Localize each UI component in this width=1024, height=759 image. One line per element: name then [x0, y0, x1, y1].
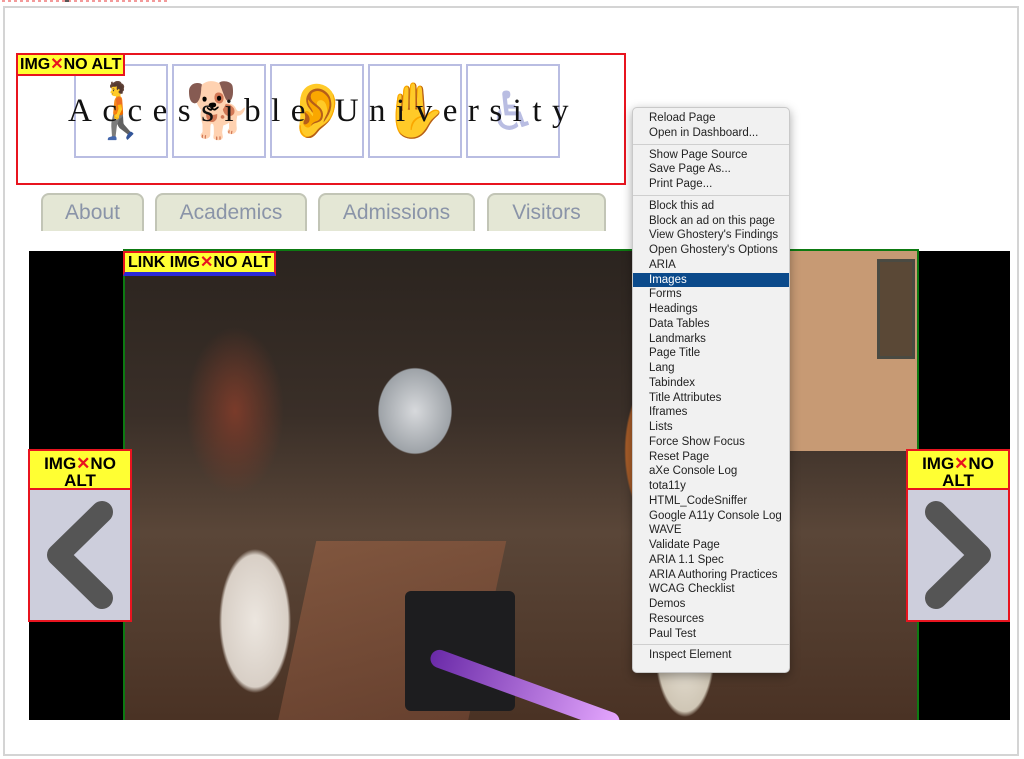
flag-prefix: LINK IMG	[128, 254, 200, 271]
menu-item-reset-page[interactable]: Reset Page	[633, 450, 789, 465]
menu-item-demos[interactable]: Demos	[633, 597, 789, 612]
menu-item-force-show-focus[interactable]: Force Show Focus	[633, 435, 789, 450]
menu-item-title-attributes[interactable]: Title Attributes	[633, 391, 789, 406]
chevron-left-icon	[30, 490, 130, 620]
error-x-icon: ✕	[200, 254, 214, 271]
previous-slide-button[interactable]: IMG✕NO ALT	[28, 449, 132, 622]
menu-item-print-page[interactable]: Print Page...	[633, 177, 789, 192]
menu-item-open-ghostery-s-options[interactable]: Open Ghostery's Options	[633, 243, 789, 258]
menu-item-inspect-element[interactable]: Inspect Element	[633, 648, 789, 663]
link-img-no-alt-flag: LINK IMG✕NO ALT	[123, 251, 277, 276]
flag-suffix: NO ALT	[63, 56, 122, 73]
menu-item-paul-test[interactable]: Paul Test	[633, 627, 789, 642]
tab-admissions[interactable]: Admissions	[318, 193, 475, 231]
menu-item-images[interactable]: Images	[633, 272, 789, 288]
flag-line2: ALT	[942, 471, 974, 490]
site-title: Accessible University	[68, 93, 580, 129]
menu-item-wave[interactable]: WAVE	[633, 523, 789, 538]
tab-about[interactable]: About	[41, 193, 144, 231]
menu-item-headings[interactable]: Headings	[633, 302, 789, 317]
tab-academics[interactable]: Academics	[155, 193, 307, 231]
menu-item-resources[interactable]: Resources	[633, 612, 789, 627]
menu-item-block-this-ad[interactable]: Block this ad	[633, 199, 789, 214]
next-slide-button[interactable]: IMG✕NO ALT	[906, 449, 1010, 622]
menu-item-aria-authoring-practices[interactable]: ARIA Authoring Practices	[633, 568, 789, 583]
menu-item-show-page-source[interactable]: Show Page Source	[633, 148, 789, 163]
menu-separator	[633, 644, 789, 646]
error-x-icon: ✕	[50, 56, 64, 73]
menu-item-html-codesniffer[interactable]: HTML_CodeSniffer	[633, 494, 789, 509]
menu-item-page-title[interactable]: Page Title	[633, 346, 789, 361]
menu-item-landmarks[interactable]: Landmarks	[633, 332, 789, 347]
dotted-focus-line	[2, 0, 170, 2]
photo-monitor	[405, 591, 515, 711]
menu-item-view-ghostery-s-findings[interactable]: View Ghostery's Findings	[633, 228, 789, 243]
menu-item-forms[interactable]: Forms	[633, 287, 789, 302]
cursor-mark	[65, 0, 69, 2]
tab-visitors[interactable]: Visitors	[487, 193, 606, 231]
img-no-alt-flag: IMG✕NO ALT	[16, 53, 126, 76]
flag-line2: ALT	[64, 471, 96, 490]
menu-item-validate-page[interactable]: Validate Page	[633, 538, 789, 553]
img-no-alt-flag: IMG✕NO ALT	[908, 451, 1008, 490]
menu-item-tabindex[interactable]: Tabindex	[633, 376, 789, 391]
carousel-photo-link[interactable]	[123, 249, 919, 720]
menu-item-open-in-dashboard[interactable]: Open in Dashboard...	[633, 126, 789, 141]
context-menu: Reload Page Open in Dashboard... Show Page…	[632, 107, 790, 673]
menu-item-save-page-as[interactable]: Save Page As...	[633, 162, 789, 177]
menu-item-wcag-checklist[interactable]: WCAG Checklist	[633, 582, 789, 597]
menu-item-aria-1-1-spec[interactable]: ARIA 1.1 Spec	[633, 553, 789, 568]
menu-item-iframes[interactable]: Iframes	[633, 405, 789, 420]
menu-item-aria[interactable]: ARIA	[633, 258, 789, 273]
menu-separator	[633, 194, 789, 196]
menu-item-lists[interactable]: Lists	[633, 420, 789, 435]
photo-window	[877, 259, 915, 359]
menu-item-lang[interactable]: Lang	[633, 361, 789, 376]
menu-item-tota11y[interactable]: tota11y	[633, 479, 789, 494]
img-no-alt-flag: IMG✕NO ALT	[30, 451, 130, 490]
menu-item-data-tables[interactable]: Data Tables	[633, 317, 789, 332]
menu-item-block-an-ad-on-this-page[interactable]: Block an ad on this page	[633, 214, 789, 229]
flag-prefix: IMG	[20, 56, 51, 73]
menu-item-reload-page[interactable]: Reload Page	[633, 111, 789, 126]
chevron-right-icon	[908, 490, 1008, 620]
menu-item-axe-console-log[interactable]: aXe Console Log	[633, 464, 789, 479]
menu-separator	[633, 143, 789, 145]
flag-suffix: NO ALT	[213, 254, 272, 271]
menu-item-google-a11y-console-log[interactable]: Google A11y Console Log	[633, 509, 789, 524]
